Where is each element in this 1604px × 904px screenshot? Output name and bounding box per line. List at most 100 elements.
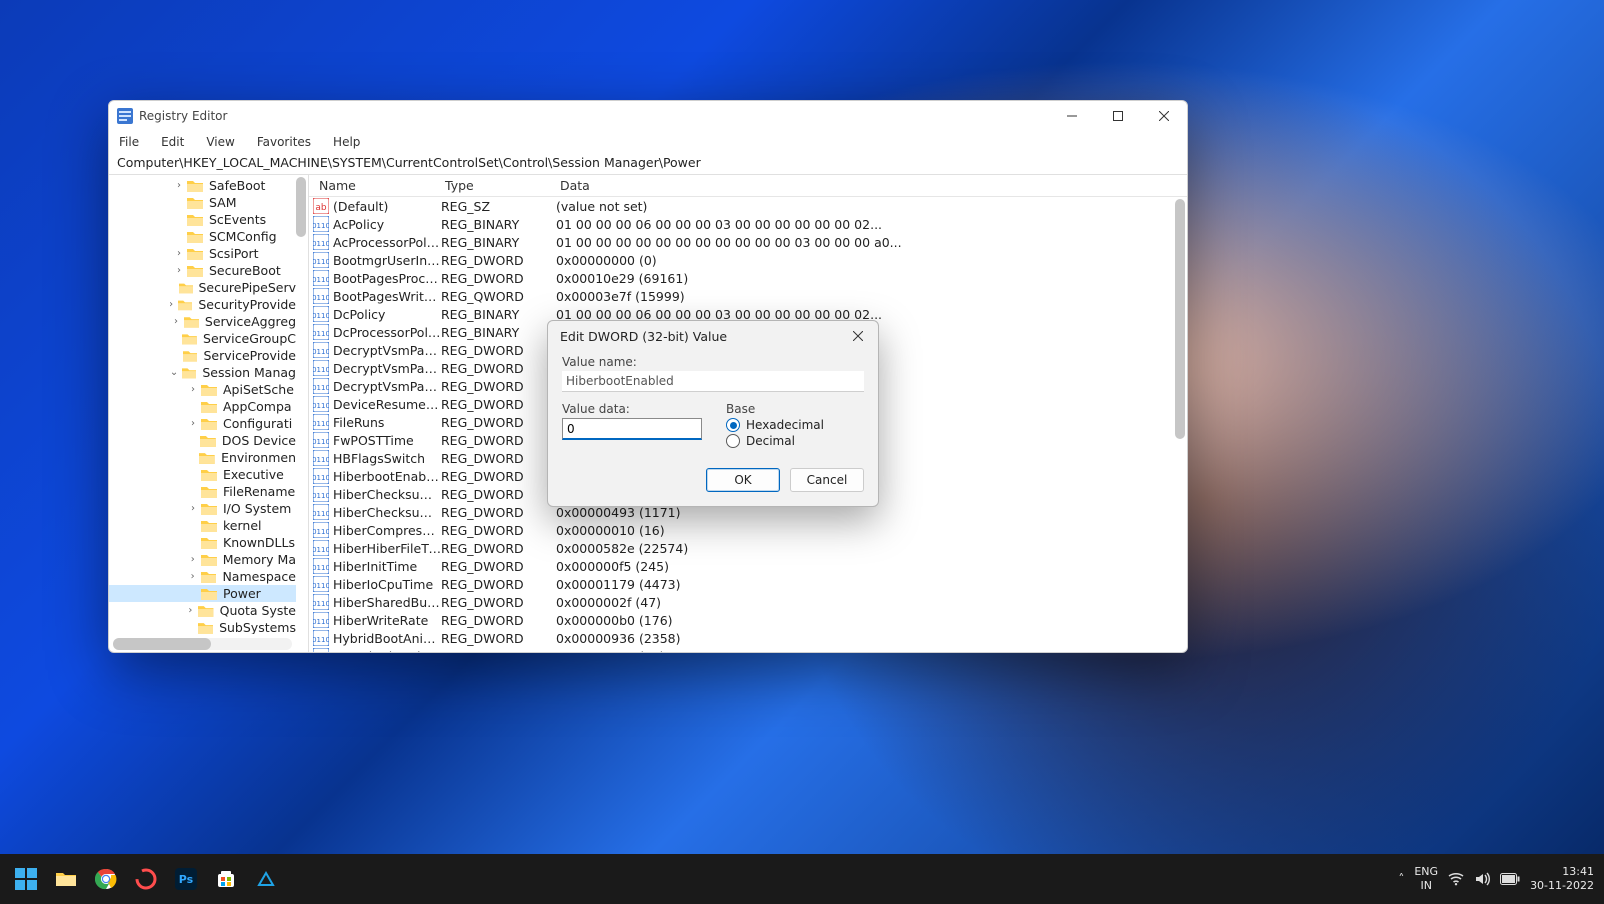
language-indicator[interactable]: ENG IN	[1414, 865, 1438, 893]
volume-icon[interactable]	[1474, 872, 1490, 886]
tree-item-label: ApiSetSche	[223, 382, 294, 398]
tree-item[interactable]: SecurePipeServ	[109, 279, 296, 296]
tree-item[interactable]: Environmen	[109, 449, 296, 466]
clock[interactable]: 13:41 30-11-2022	[1530, 865, 1594, 893]
tree-twisty-icon[interactable]: ›	[173, 246, 185, 262]
taskbar-app-icon[interactable]	[130, 863, 162, 895]
value-row[interactable]: 0110HiberIoCpuTimeREG_DWORD0x00001179 (4…	[309, 575, 1173, 593]
tree-item[interactable]: ›SecureBoot	[109, 262, 296, 279]
menu-help[interactable]: Help	[329, 133, 364, 151]
tree-item[interactable]: ›Quota Syste	[109, 602, 296, 619]
minimize-button[interactable]	[1049, 101, 1095, 131]
tree-item[interactable]: Executive	[109, 466, 296, 483]
value-row[interactable]: 0110AcProcessorPolicyREG_BINARY01 00 00 …	[309, 233, 1173, 251]
tree-twisty-icon[interactable]: ›	[187, 416, 199, 432]
col-header-type[interactable]: Type	[439, 178, 554, 193]
menu-view[interactable]: View	[202, 133, 238, 151]
tree-item[interactable]: ›I/O System	[109, 500, 296, 517]
tree-item[interactable]: SAM	[109, 194, 296, 211]
tree-item[interactable]: KnownDLLs	[109, 534, 296, 551]
taskbar-explorer-icon[interactable]	[50, 863, 82, 895]
radio-decimal[interactable]: Decimal	[726, 434, 824, 448]
list-scrollbar-vertical[interactable]	[1175, 199, 1185, 648]
tree-twisty-icon[interactable]: ›	[173, 263, 185, 279]
value-name: AcPolicy	[333, 217, 441, 232]
dialog-titlebar[interactable]: Edit DWORD (32-bit) Value	[548, 321, 878, 351]
taskbar-photoshop-icon[interactable]: Ps	[170, 863, 202, 895]
tree-item[interactable]: ›Configurati	[109, 415, 296, 432]
tree-item[interactable]: Power	[109, 585, 296, 602]
value-row[interactable]: 0110BootPagesWrittenREG_QWORD0x00003e7f …	[309, 287, 1173, 305]
tree-item[interactable]: ›SafeBoot	[109, 177, 296, 194]
value-row[interactable]: 0110HiberSharedBuff...REG_DWORD0x0000002…	[309, 593, 1173, 611]
tree-item[interactable]: ›Namespace	[109, 568, 296, 585]
tree-item[interactable]: FileRename	[109, 483, 296, 500]
tree-scrollbar-vertical[interactable]	[296, 177, 306, 636]
value-row[interactable]: 0110KernelAnimationREG_DWORD0x00000057 (…	[309, 647, 1173, 652]
close-button[interactable]	[1141, 101, 1187, 131]
tree-item[interactable]: ScEvents	[109, 211, 296, 228]
col-header-data[interactable]: Data	[554, 178, 1187, 193]
tree-item[interactable]: ›SecurityProvide	[109, 296, 296, 313]
value-row[interactable]: 0110BootmgrUserInp...REG_DWORD0x00000000…	[309, 251, 1173, 269]
tree-item[interactable]: ⌄ Session Manag	[109, 364, 296, 381]
tree-item[interactable]: ServiceGroupC	[109, 330, 296, 347]
value-name: HybridBootAnim...	[333, 631, 441, 646]
tree-item-label: Power	[223, 586, 261, 602]
tree-twisty-icon[interactable]: ›	[187, 501, 199, 517]
tree-item[interactable]: › ApiSetSche	[109, 381, 296, 398]
tree-item[interactable]: kernel	[109, 517, 296, 534]
radio-hexadecimal[interactable]: Hexadecimal	[726, 418, 824, 432]
cancel-button[interactable]: Cancel	[790, 468, 864, 492]
value-row[interactable]: 0110AcPolicyREG_BINARY01 00 00 00 06 00 …	[309, 215, 1173, 233]
tree-twisty-icon[interactable]: ›	[187, 569, 199, 585]
tree-twisty-icon[interactable]: ›	[187, 382, 199, 398]
start-button[interactable]	[10, 863, 42, 895]
tree-twisty-icon[interactable]: ›	[173, 178, 185, 194]
value-row[interactable]: 0110BootPagesProces...REG_DWORD0x00010e2…	[309, 269, 1173, 287]
value-row[interactable]: ab(Default)REG_SZ(value not set)	[309, 197, 1173, 215]
tree-twisty-icon[interactable]: ›	[185, 603, 197, 619]
list-header[interactable]: Name Type Data	[309, 175, 1187, 197]
tree-item[interactable]: SCMConfig	[109, 228, 296, 245]
tree-item[interactable]: AppCompa	[109, 398, 296, 415]
wifi-icon[interactable]	[1448, 872, 1464, 886]
col-header-name[interactable]: Name	[313, 178, 439, 193]
value-row[interactable]: 0110HiberHiberFileTi...REG_DWORD0x000058…	[309, 539, 1173, 557]
tree-item[interactable]: ›ScsiPort	[109, 245, 296, 262]
address-bar[interactable]: Computer\HKEY_LOCAL_MACHINE\SYSTEM\Curre…	[109, 153, 1187, 175]
taskbar-chrome-icon[interactable]	[90, 863, 122, 895]
tree-twisty-icon[interactable]: ›	[170, 314, 181, 330]
menu-favorites[interactable]: Favorites	[253, 133, 315, 151]
value-row[interactable]: 0110HybridBootAnim...REG_DWORD0x00000936…	[309, 629, 1173, 647]
taskbar-app2-icon[interactable]	[250, 863, 282, 895]
tree-item[interactable]: SubSystems	[109, 619, 296, 634]
tree-item[interactable]: ServiceProvide	[109, 347, 296, 364]
value-row[interactable]: 0110HiberInitTimeREG_DWORD0x000000f5 (24…	[309, 557, 1173, 575]
value-row[interactable]: 0110HiberCompressR...REG_DWORD0x00000010…	[309, 521, 1173, 539]
tree-scrollbar-horizontal[interactable]	[113, 638, 292, 650]
tree-item[interactable]: ›Memory Ma	[109, 551, 296, 568]
tray-overflow-icon[interactable]: ˄	[1398, 872, 1404, 886]
value-name: HiberHiberFileTi...	[333, 541, 441, 556]
titlebar[interactable]: Registry Editor	[109, 101, 1187, 131]
taskbar-store-icon[interactable]	[210, 863, 242, 895]
tree-twisty-icon[interactable]: ›	[166, 297, 176, 313]
tree-item[interactable]: ›ServiceAggreg	[109, 313, 296, 330]
tree-twisty-icon[interactable]: ⌄	[169, 365, 180, 381]
dialog-close-button[interactable]	[844, 325, 872, 347]
tree-twisty-icon[interactable]: ›	[187, 552, 199, 568]
maximize-button[interactable]	[1095, 101, 1141, 131]
value-row[interactable]: 0110HiberWriteRateREG_DWORD0x000000b0 (1…	[309, 611, 1173, 629]
value-data-input[interactable]	[562, 418, 702, 440]
tree-item-label: Session Manag	[202, 365, 296, 381]
value-data: 0x00000057 (87)	[556, 649, 1173, 653]
menu-edit[interactable]: Edit	[157, 133, 188, 151]
menu-file[interactable]: File	[115, 133, 143, 151]
ok-button[interactable]: OK	[706, 468, 780, 492]
battery-icon[interactable]	[1500, 873, 1520, 885]
tree-item[interactable]: DOS Device	[109, 432, 296, 449]
value-name: HiberInitTime	[333, 559, 441, 574]
tree-item-label: kernel	[223, 518, 262, 534]
tree-pane: ›SafeBootSAMScEventsSCMConfig›ScsiPort›S…	[109, 175, 309, 652]
